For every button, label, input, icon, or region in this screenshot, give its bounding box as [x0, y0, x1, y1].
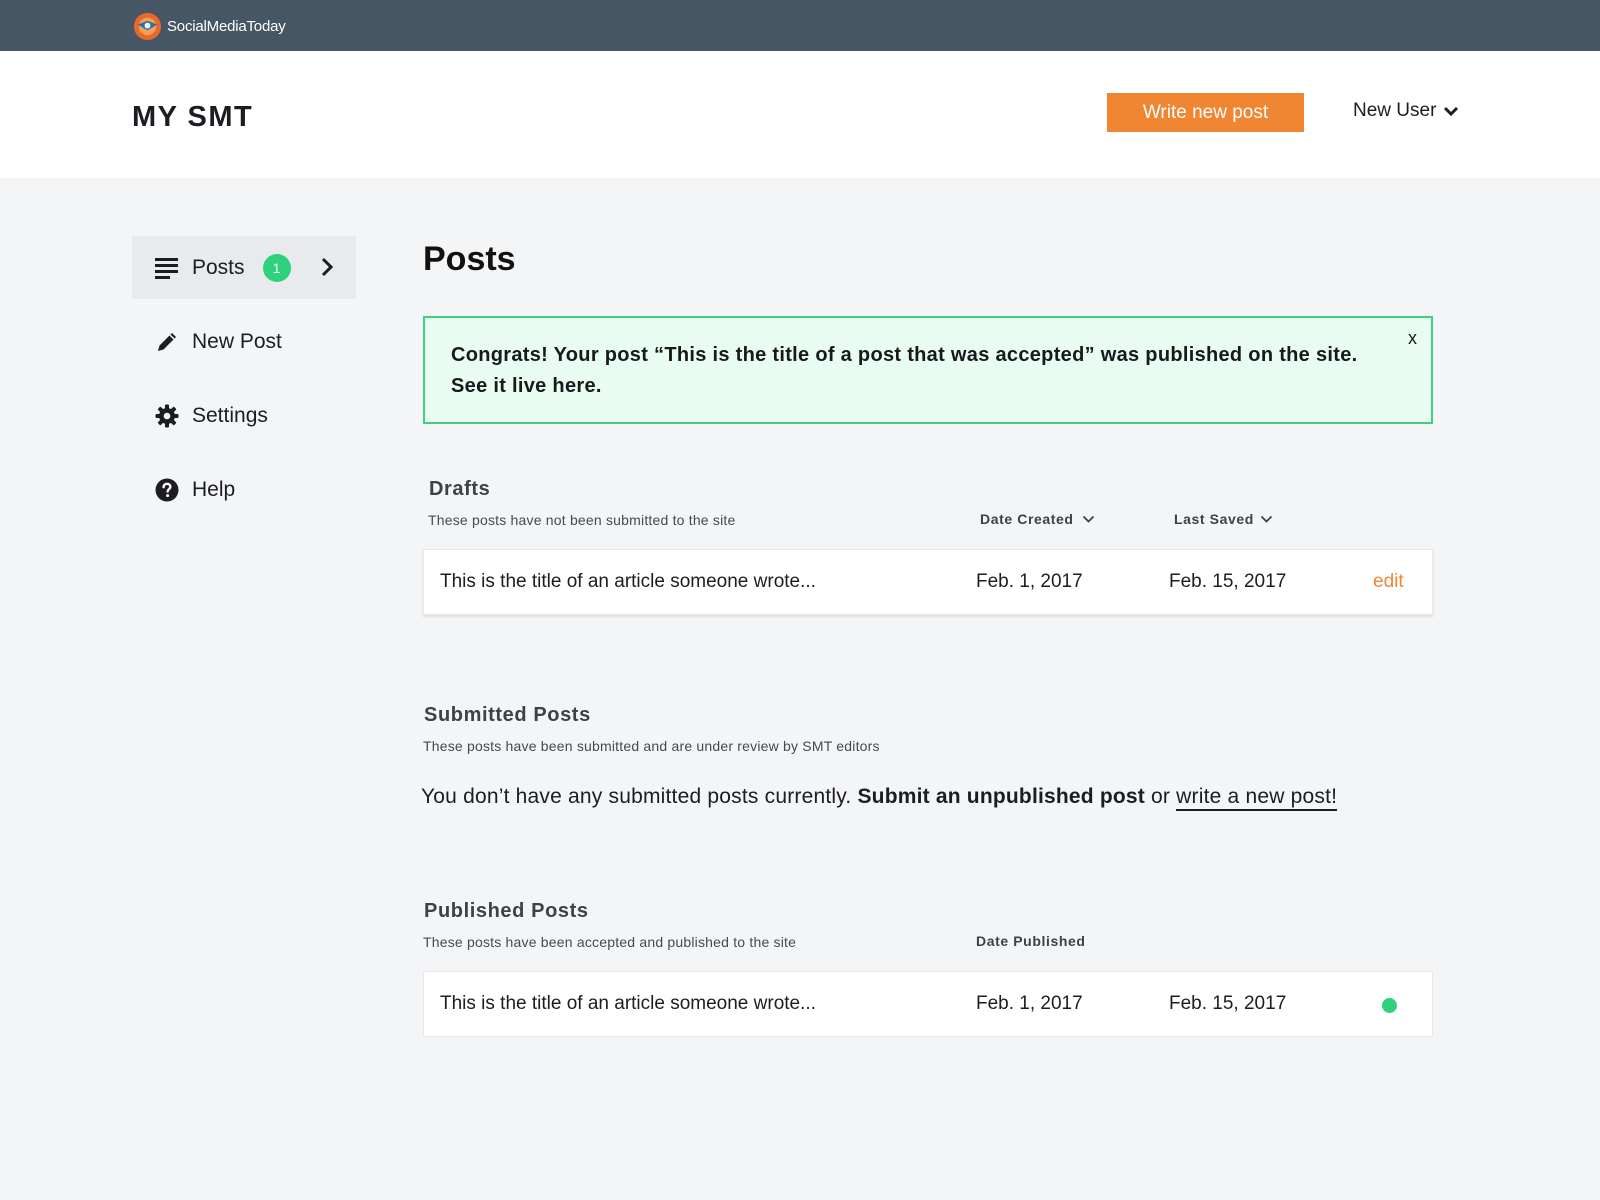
- empty-message-text: You don’t have any submitted posts curre…: [421, 785, 852, 808]
- table-row[interactable]: This is the title of an article someone …: [423, 971, 1433, 1037]
- column-header-label: Last Saved: [1174, 511, 1254, 527]
- pencil-icon: [155, 330, 179, 354]
- drafts-title: Drafts: [429, 478, 491, 500]
- brand[interactable]: SocialMediaToday: [132, 11, 286, 42]
- app-title: MY SMT: [132, 101, 254, 133]
- column-date-published: Date Published: [976, 933, 1086, 949]
- write-new-post-link[interactable]: write a new post!: [1176, 785, 1338, 811]
- sort-date-created[interactable]: Date Created: [980, 511, 1095, 527]
- user-menu[interactable]: New User: [1353, 100, 1459, 122]
- sidebar-item-posts[interactable]: Posts 1: [132, 236, 356, 299]
- sidebar-item-label: Settings: [192, 403, 268, 427]
- user-menu-label: New User: [1353, 100, 1437, 121]
- chevron-down-icon: [1444, 106, 1459, 116]
- date-published: Feb. 15, 2017: [1169, 993, 1287, 1014]
- chevron-right-icon: [321, 257, 334, 277]
- published-status-dot: [1382, 998, 1397, 1013]
- success-alert: Congrats! Your post “This is the title o…: [423, 316, 1433, 424]
- page-header: MY SMT Write new post New User: [0, 51, 1600, 178]
- chevron-down-icon: [1082, 515, 1094, 523]
- sidebar-nav: Posts 1 New Post Settings Help: [132, 236, 356, 532]
- chevron-down-icon: [1260, 515, 1273, 523]
- sidebar-item-label: Help: [192, 477, 236, 501]
- help-icon: [155, 478, 179, 502]
- page-title: Posts: [423, 240, 516, 278]
- date-created: Feb. 1, 2017: [976, 993, 1083, 1014]
- published-title: Published Posts: [424, 900, 589, 922]
- post-title: This is the title of an article someone …: [440, 993, 816, 1014]
- smt-logo-icon: [133, 12, 162, 41]
- write-new-post-button[interactable]: Write new post: [1107, 93, 1304, 132]
- empty-message-or: or: [1151, 785, 1171, 808]
- main-content: Posts: [423, 240, 1433, 279]
- edit-link[interactable]: edit: [1373, 571, 1404, 593]
- sidebar-item-label: New Post: [192, 329, 282, 353]
- submitted-title: Submitted Posts: [424, 704, 591, 726]
- posts-count-badge: 1: [262, 253, 291, 282]
- submitted-empty-message: You don’t have any submitted posts curre…: [421, 785, 1338, 811]
- sidebar-item-settings[interactable]: Settings: [132, 384, 356, 447]
- column-header-label: Date Published: [976, 933, 1086, 949]
- list-icon: [155, 256, 179, 280]
- column-header-label: Date Created: [980, 511, 1074, 527]
- date-created: Feb. 1, 2017: [976, 571, 1083, 592]
- brand-name: SocialMediaToday: [167, 18, 286, 35]
- post-title: This is the title of an article someone …: [440, 571, 816, 592]
- published-subtitle: These posts have been accepted and publi…: [423, 934, 797, 950]
- sidebar-item-help[interactable]: Help: [132, 458, 356, 521]
- sidebar-item-label: Posts: [192, 255, 245, 279]
- table-row[interactable]: This is the title of an article someone …: [423, 549, 1433, 615]
- close-alert-button[interactable]: x: [1408, 328, 1417, 349]
- submit-unpublished-link[interactable]: Submit an unpublished post: [857, 785, 1145, 808]
- alert-message[interactable]: Congrats! Your post “This is the title o…: [451, 340, 1381, 402]
- sort-last-saved[interactable]: Last Saved: [1174, 511, 1273, 527]
- sidebar-item-new-post[interactable]: New Post: [132, 310, 356, 373]
- submitted-subtitle: These posts have been submitted and are …: [423, 738, 880, 754]
- top-bar: SocialMediaToday: [0, 0, 1600, 51]
- drafts-subtitle: These posts have not been submitted to t…: [428, 512, 736, 528]
- gear-icon: [155, 404, 179, 428]
- last-saved: Feb. 15, 2017: [1169, 571, 1287, 592]
